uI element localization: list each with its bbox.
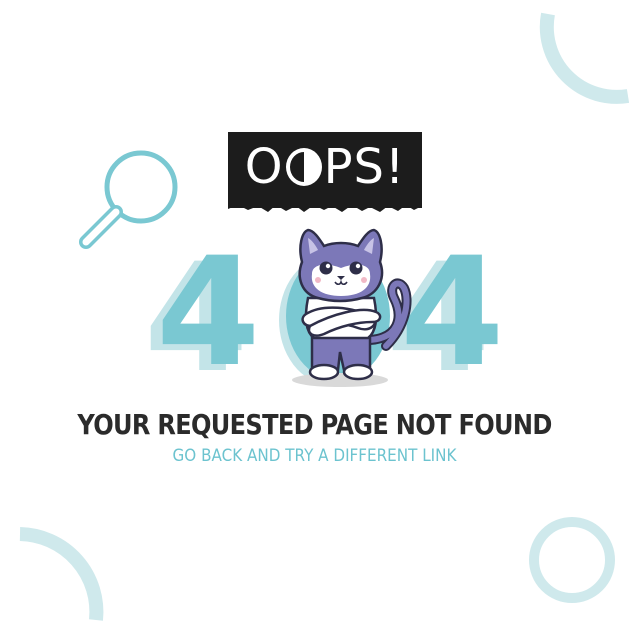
cat-illustration — [292, 228, 412, 387]
page-not-found-headline: YOUR REQUESTED PAGE NOT FOUND — [77, 408, 552, 441]
oops-letters-rest: PS! — [323, 139, 406, 195]
oops-letter-o: O — [244, 139, 284, 195]
go-back-instruction: GO BACK AND TRY A DIFFERENT LINK — [172, 446, 457, 465]
torn-paper-edge — [228, 200, 422, 212]
half-moon-icon — [285, 148, 322, 186]
error-digit-left: 4 — [156, 226, 261, 400]
oops-banner: O PS! — [228, 132, 422, 208]
